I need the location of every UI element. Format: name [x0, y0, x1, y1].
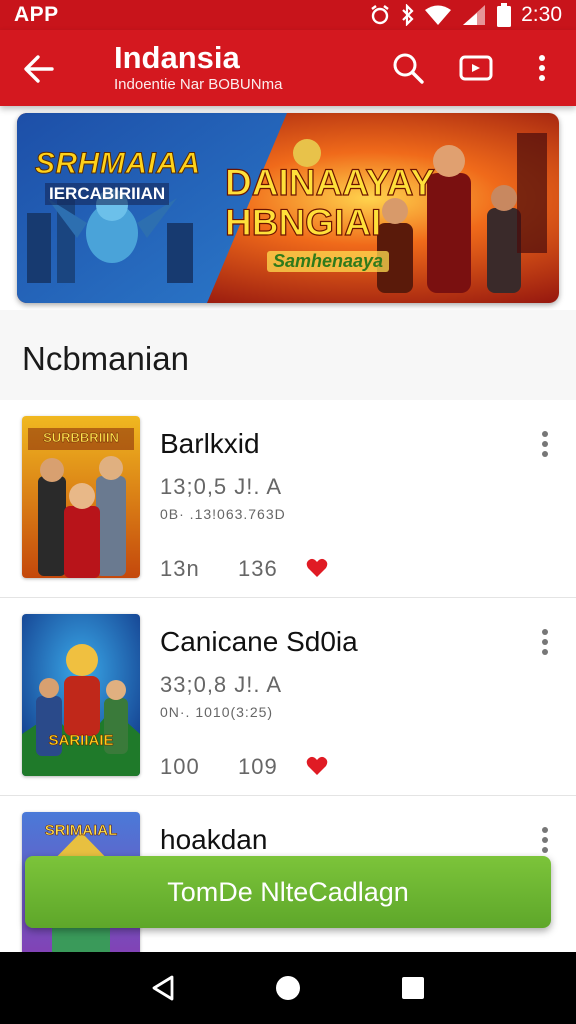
arrow-back-icon [24, 55, 54, 83]
banner-title-line-2: HBNGIAI [224, 202, 382, 243]
primary-action-button[interactable]: TomDe NlteCadlagn [25, 856, 551, 928]
thumbnail-caption: SRIMAIAL [44, 822, 118, 840]
banner-title-center: DAINAAYAY HBNGIAI [224, 162, 435, 243]
app-title: Indansia [114, 40, 240, 75]
item-more-button[interactable] [532, 824, 558, 856]
nav-recents-icon [402, 977, 425, 999]
back-button[interactable] [18, 48, 60, 90]
item-stat-views: 100 [160, 754, 200, 779]
featured-banner[interactable]: SRHMAIAA IERCABIRIIAN DAINAAYAY HBNGIAI … [17, 113, 559, 303]
signal-icon [461, 4, 487, 26]
item-more-button[interactable] [532, 626, 558, 658]
banner-title-line-1: DAINAAYAY [224, 162, 435, 203]
item-subtext: 0N·. 1010(3:25) [160, 704, 274, 720]
more-vert-icon [542, 431, 548, 457]
status-time: 2:30 [521, 3, 562, 26]
nav-home-button[interactable] [264, 964, 312, 1012]
banner-tag: Samhenaaya [267, 251, 390, 272]
nav-home-icon [275, 976, 300, 1000]
cast-button[interactable] [454, 46, 498, 90]
heart-icon[interactable] [306, 756, 328, 776]
item-meta: 13;0,5 J!. A [160, 474, 283, 499]
item-stat-views: 13n [160, 556, 200, 581]
item-title: hoakdan [160, 824, 268, 855]
status-app-label: APP [14, 3, 59, 26]
app-bar: Indansia Indoentie Nar BOBUNma [0, 30, 576, 106]
search-button[interactable] [386, 46, 430, 90]
wifi-icon [425, 5, 452, 25]
more-vert-icon [542, 629, 548, 655]
thumbnail-artwork [22, 614, 140, 776]
item-subtext: 0B· .13!063.763D [160, 506, 286, 522]
more-vert-icon [542, 827, 548, 853]
item-thumbnail: SURBBRIIIN [22, 416, 140, 578]
item-stat-count: 109 [238, 754, 278, 779]
banner-subtitle-left: IERCABIRIIAN [45, 183, 170, 205]
item-title: Canicane Sd0ia [160, 626, 358, 657]
item-thumbnail: SARIIAIE [22, 614, 140, 776]
status-icons: 2:30 [369, 3, 562, 27]
nav-recents-button[interactable] [389, 964, 437, 1012]
section-title: Ncbmanian [22, 340, 189, 377]
list-item[interactable]: SURBBRIIIN Barlkxid 13;0,5 J!. A 0B· .13… [0, 400, 576, 598]
cast-icon [459, 55, 493, 81]
nav-back-icon [152, 975, 174, 1001]
app-subtitle: Indoentie Nar BOBUNma [114, 76, 283, 93]
list-item[interactable]: SARIIAIE Canicane Sd0ia 33;0,8 J!. A 0N·… [0, 598, 576, 796]
search-icon [393, 53, 424, 84]
status-bar: APP 2:30 [0, 0, 576, 30]
item-more-button[interactable] [532, 428, 558, 460]
alarm-icon [369, 4, 391, 26]
thumbnail-caption: SURBBRIIIN [43, 430, 119, 445]
system-navigation-bar [0, 952, 576, 1024]
overflow-menu-button[interactable] [520, 46, 564, 90]
heart-icon[interactable] [306, 558, 328, 578]
item-stat-count: 136 [238, 556, 278, 581]
banner-title-left: SRHMAIAA [35, 147, 201, 181]
item-title: Barlkxid [160, 428, 260, 459]
nav-back-button[interactable] [139, 964, 187, 1012]
thumbnail-caption: SARIIAIE [48, 732, 114, 750]
item-meta: 33;0,8 J!. A [160, 672, 283, 697]
battery-icon [497, 3, 512, 27]
more-vert-icon [539, 55, 545, 81]
bluetooth-icon [401, 4, 415, 26]
